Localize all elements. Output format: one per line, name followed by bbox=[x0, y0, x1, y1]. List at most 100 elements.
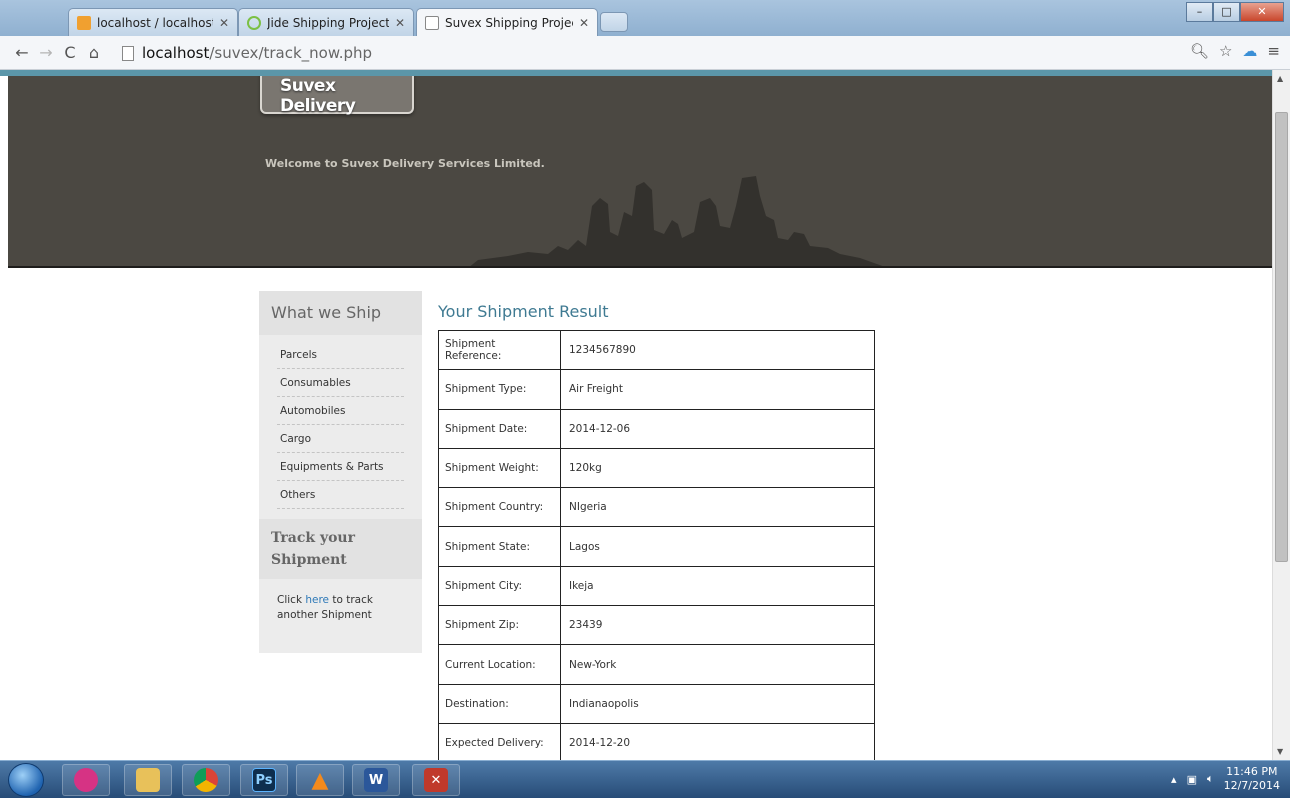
home-button[interactable]: ⌂ bbox=[82, 43, 106, 62]
chrome-icon bbox=[194, 768, 218, 792]
new-tab-button[interactable] bbox=[600, 12, 628, 32]
track-another-text: Click here to track another Shipment bbox=[259, 579, 422, 637]
close-icon[interactable]: ✕ bbox=[395, 16, 405, 30]
table-row: Shipment Reference: 1234567890 bbox=[438, 329, 875, 371]
sidebar-item-automobiles[interactable]: Automobiles bbox=[277, 397, 404, 425]
clock-date: 12/7/2014 bbox=[1223, 779, 1280, 792]
window-controls: – □ ✕ bbox=[1186, 2, 1284, 22]
site-logo[interactable]: Suvex Delivery bbox=[260, 76, 414, 116]
minimize-button[interactable]: – bbox=[1186, 2, 1213, 22]
address-bar[interactable]: localhost/suvex/track_now.php bbox=[122, 40, 1202, 66]
bookmark-star-icon[interactable]: ☆ bbox=[1219, 42, 1232, 60]
table-row: Shipment City: Ikeja bbox=[438, 565, 875, 607]
taskbar-vlc[interactable]: ▲ bbox=[296, 764, 344, 796]
sidebar: What we Ship Parcels Consumables Automob… bbox=[259, 291, 422, 653]
table-row: Current Location: New-York bbox=[438, 644, 875, 685]
close-icon[interactable]: ✕ bbox=[219, 16, 229, 30]
row-value: NIgeria bbox=[560, 487, 875, 528]
app-icon bbox=[74, 768, 98, 792]
row-value: Air Freight bbox=[560, 369, 875, 410]
reload-button[interactable]: C bbox=[58, 43, 82, 62]
sidebar-item-equipments-parts[interactable]: Equipments & Parts bbox=[277, 453, 404, 481]
close-window-button[interactable]: ✕ bbox=[1240, 2, 1284, 22]
system-tray: ▴ ▣ 🔈︎ 11:46 PM 12/7/2014 bbox=[1171, 765, 1280, 793]
table-row: Shipment Weight: 120kg bbox=[438, 447, 875, 489]
tab-jide-shipping[interactable]: Jide Shipping Project ✕ bbox=[238, 8, 414, 36]
sidebar-item-cargo[interactable]: Cargo bbox=[277, 425, 404, 453]
clock-time: 11:46 PM bbox=[1226, 765, 1278, 778]
scroll-up-icon[interactable]: ▲ bbox=[1277, 74, 1283, 83]
page-scrollbar[interactable]: ▲ ▼ bbox=[1272, 70, 1290, 760]
scroll-down-icon[interactable]: ▼ bbox=[1277, 747, 1283, 756]
windows-taskbar: Ps ▲ W ✕ ▴ ▣ 🔈︎ 11:46 PM 12/7/2014 bbox=[0, 760, 1290, 798]
browser-toolbar: ← → C ⌂ localhost/suvex/track_now.php 🔍︎… bbox=[0, 36, 1290, 70]
row-label: Shipment City: bbox=[438, 565, 561, 607]
row-label: Shipment State: bbox=[438, 526, 561, 567]
vlc-cone-icon: ▲ bbox=[311, 767, 329, 793]
sidebar-item-others[interactable]: Others bbox=[277, 481, 404, 509]
track-shipment-heading: Track your Shipment bbox=[259, 519, 422, 579]
cloud-extension-icon[interactable]: ☁ bbox=[1242, 42, 1257, 60]
table-row: Shipment Date: 2014-12-06 bbox=[438, 408, 875, 449]
loading-spinner-icon bbox=[247, 15, 261, 30]
zoom-icon[interactable]: 🔍︎ bbox=[1190, 42, 1209, 60]
start-button[interactable] bbox=[8, 763, 44, 797]
forward-button[interactable]: → bbox=[34, 43, 58, 62]
row-label: Shipment Reference: bbox=[438, 329, 561, 371]
table-row: Shipment Zip: 23439 bbox=[438, 605, 875, 646]
tab-phpmyadmin[interactable]: localhost / localhost / ord ✕ bbox=[68, 8, 238, 36]
tab-label: Suvex Shipping Project bbox=[445, 16, 573, 30]
scrollbar-thumb[interactable] bbox=[1275, 112, 1288, 562]
show-hidden-icons[interactable]: ▴ bbox=[1171, 773, 1177, 786]
sidebar-item-parcels[interactable]: Parcels bbox=[277, 341, 404, 369]
row-value: New-York bbox=[560, 644, 875, 685]
row-label: Destination: bbox=[438, 683, 561, 724]
back-button[interactable]: ← bbox=[10, 43, 34, 62]
track-prefix: Click bbox=[277, 594, 306, 606]
clock[interactable]: 11:46 PM 12/7/2014 bbox=[1224, 765, 1280, 793]
row-label: Shipment Date: bbox=[438, 408, 561, 449]
row-label: Shipment Zip: bbox=[438, 605, 561, 646]
shipment-result-title: Your Shipment Result bbox=[438, 302, 609, 321]
table-row: Destination: Indianaopolis bbox=[438, 683, 875, 724]
row-value: Lagos bbox=[560, 526, 875, 567]
page-icon bbox=[122, 45, 134, 61]
page-viewport: Suvex Delivery Welcome to Suvex Delivery… bbox=[0, 76, 1272, 760]
tab-label: Jide Shipping Project bbox=[267, 15, 389, 30]
folder-icon bbox=[136, 768, 160, 792]
volume-icon[interactable]: 🔈︎ bbox=[1207, 772, 1214, 786]
what-we-ship-heading: What we Ship bbox=[259, 291, 422, 335]
table-row: Shipment Type: Air Freight bbox=[438, 369, 875, 410]
toolbar-actions: 🔍︎ ☆ ☁ ≡ bbox=[1190, 42, 1280, 60]
url-path: /suvex/track_now.php bbox=[209, 44, 373, 62]
row-value: 23439 bbox=[560, 605, 875, 646]
row-value: 1234567890 bbox=[560, 329, 875, 371]
taskbar-explorer[interactable] bbox=[124, 764, 172, 796]
table-row: Shipment Country: NIgeria bbox=[438, 487, 875, 528]
row-label: Current Location: bbox=[438, 644, 561, 685]
network-icon[interactable]: ▣ bbox=[1187, 773, 1197, 786]
row-value: Ikeja bbox=[560, 565, 875, 607]
row-value: 2014-12-20 bbox=[560, 722, 875, 760]
browser-tab-strip: localhost / localhost / ord ✕ Jide Shipp… bbox=[0, 0, 1290, 37]
taskbar-photoshop[interactable]: Ps bbox=[240, 764, 288, 796]
page-icon bbox=[425, 16, 439, 30]
phpmyadmin-icon bbox=[77, 15, 91, 30]
track-here-link[interactable]: here bbox=[305, 594, 329, 606]
taskbar-chrome[interactable] bbox=[182, 764, 230, 796]
photoshop-icon: Ps bbox=[252, 768, 276, 792]
menu-icon[interactable]: ≡ bbox=[1267, 42, 1280, 60]
taskbar-app-1[interactable] bbox=[62, 764, 110, 796]
city-skyline-graphic bbox=[470, 176, 883, 266]
taskbar-app-pdf[interactable]: ✕ bbox=[412, 764, 460, 796]
row-label: Expected Delivery: bbox=[438, 722, 561, 760]
sidebar-item-consumables[interactable]: Consumables bbox=[277, 369, 404, 397]
row-value: 2014-12-06 bbox=[560, 408, 875, 449]
table-row: Expected Delivery: 2014-12-20 bbox=[438, 722, 875, 760]
shipment-result-table: Shipment Reference: 1234567890 Shipment T… bbox=[438, 329, 875, 760]
tab-suvex-shipping[interactable]: Suvex Shipping Project ✕ bbox=[416, 8, 598, 37]
taskbar-word[interactable]: W bbox=[352, 764, 400, 796]
table-row: Shipment State: Lagos bbox=[438, 526, 875, 567]
maximize-button[interactable]: □ bbox=[1213, 2, 1240, 22]
close-icon[interactable]: ✕ bbox=[579, 16, 589, 30]
